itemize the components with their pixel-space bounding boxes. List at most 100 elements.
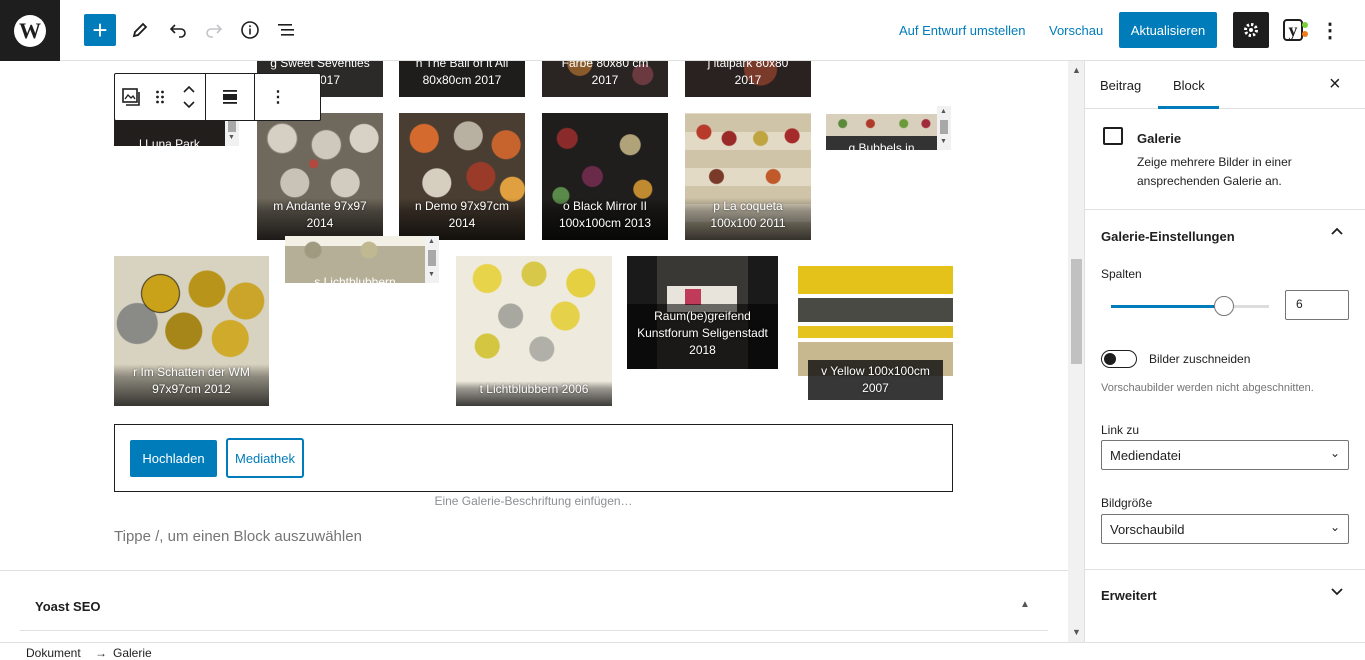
gallery-image[interactable]: m Andante 97x97 2014 xyxy=(257,113,383,240)
crop-images-label: Bilder zuschneiden xyxy=(1149,352,1251,366)
image-caption: l Luna Park xyxy=(139,137,200,146)
close-sidebar-button[interactable]: × xyxy=(1329,73,1341,96)
advanced-panel-toggle[interactable]: Erweitert xyxy=(1085,570,1365,620)
image-caption: r Im Schatten der WM 97x97cm 2012 xyxy=(114,364,269,406)
tab-post[interactable]: Beitrag xyxy=(1100,78,1141,93)
image-caption: m Andante 97x97 2014 xyxy=(257,198,383,240)
gallery-image[interactable]: t Lichtblubbern 2006 xyxy=(456,256,612,406)
image-caption: j italpark 80x80 xyxy=(707,61,789,70)
settings-button[interactable] xyxy=(1233,12,1269,48)
sidebar-tabs: Beitrag Block × xyxy=(1085,61,1365,109)
gallery-settings-toggle[interactable]: Galerie-Einstellungen xyxy=(1085,211,1365,261)
image-size-select[interactable]: Vorschaubild ⌄ xyxy=(1101,514,1349,544)
image-caption: Raum(be)greifend Kunstforum Seligenstadt… xyxy=(627,304,778,369)
wordpress-icon: W xyxy=(14,14,46,47)
gallery-image[interactable]: s Lichtblubbern xyxy=(285,236,425,283)
block-title: Galerie xyxy=(1137,131,1182,146)
block-appender[interactable]: Tippe /, um einen Block auszuwählen xyxy=(114,528,362,545)
tab-block[interactable]: Block xyxy=(1173,78,1205,93)
info-button[interactable] xyxy=(234,14,266,46)
image-caption-scrollbar[interactable]: ▲ ▼ xyxy=(425,236,439,283)
more-menu-button[interactable]: ⋮ xyxy=(1318,14,1342,46)
breadcrumb-document[interactable]: Dokument xyxy=(26,646,81,660)
scroll-down-icon: ▼ xyxy=(940,138,947,145)
crop-images-help: Vorschaubilder werden nicht abgeschnitte… xyxy=(1101,382,1314,394)
scroll-down-icon: ▼ xyxy=(1072,627,1081,637)
gallery-image[interactable]: j italpark 80x80 2017 xyxy=(685,61,811,97)
switch-to-draft-link[interactable]: Auf Entwurf umstellen xyxy=(899,23,1025,38)
gallery-image[interactable]: r Im Schatten der WM 97x97cm 2012 xyxy=(114,256,269,406)
more-vertical-icon: ⋮ xyxy=(1320,19,1340,42)
block-type-button[interactable] xyxy=(115,74,147,120)
list-view-icon xyxy=(278,24,294,36)
redo-button[interactable] xyxy=(198,14,230,46)
top-toolbar: W + Auf Entwurf umstellen Vorschau Aktua… xyxy=(0,0,1365,61)
link-to-select[interactable]: Mediendatei ⌄ xyxy=(1101,440,1349,470)
pencil-icon xyxy=(132,22,148,38)
image-caption: n Demo 97x97cm 2014 xyxy=(399,198,525,240)
undo-button[interactable] xyxy=(162,14,194,46)
gallery-image[interactable]: o Black Mirror II 100x100cm 2013 xyxy=(542,113,668,240)
block-description: Zeige mehrere Bilder in einer ansprechen… xyxy=(1137,155,1292,188)
gallery-image[interactable]: n Demo 97x97cm 2014 xyxy=(399,113,525,240)
gallery-image[interactable]: n The Ball of it All 80x80cm 2017 xyxy=(399,61,525,97)
preview-link[interactable]: Vorschau xyxy=(1049,23,1103,38)
gallery-upload-area: Hochladen Mediathek xyxy=(114,424,953,492)
block-toolbar: ⋮ xyxy=(114,73,321,121)
columns-slider-fill xyxy=(1111,305,1224,308)
media-library-button[interactable]: Mediathek xyxy=(226,438,304,478)
breadcrumb: Dokument → Galerie xyxy=(0,642,1365,660)
caret-up-icon: ▲ xyxy=(1020,599,1030,610)
drag-handle[interactable] xyxy=(147,74,173,120)
scroll-up-icon: ▲ xyxy=(940,108,947,115)
scroll-up-icon: ▲ xyxy=(428,238,435,245)
move-up-down-button[interactable] xyxy=(173,74,205,120)
add-block-button[interactable]: + xyxy=(84,14,116,46)
columns-slider-thumb[interactable] xyxy=(1214,296,1234,316)
breadcrumb-separator: → xyxy=(95,646,107,660)
gallery-image[interactable]: p La coqueta 100x100 2011 xyxy=(685,113,811,240)
wordpress-logo[interactable]: W xyxy=(0,0,60,61)
scroll-down-icon: ▼ xyxy=(228,134,235,141)
gallery-image[interactable]: Raum(be)greifend Kunstforum Seligenstadt… xyxy=(627,256,778,369)
image-caption: Farbe 80x80 cm xyxy=(561,61,649,70)
close-icon: × xyxy=(1329,73,1341,95)
gallery-caption-input[interactable]: Eine Galerie-Beschriftung einfügen… xyxy=(114,494,953,508)
link-to-label: Link zu xyxy=(1101,423,1140,437)
seo-status-dot xyxy=(1302,22,1308,28)
gallery-image[interactable]: Farbe 80x80 cm 2017 xyxy=(542,61,668,97)
plus-icon: + xyxy=(92,14,108,45)
editor-scrollbar[interactable]: ▲ ▼ xyxy=(1068,61,1085,642)
readability-status-dot xyxy=(1302,31,1308,37)
image-caption: o Black Mirror II 100x100cm 2013 xyxy=(542,198,668,240)
yoast-icon: y xyxy=(1283,19,1303,41)
chevron-down-icon xyxy=(1330,584,1344,601)
list-view-button[interactable] xyxy=(270,14,302,46)
crop-images-toggle[interactable] xyxy=(1101,350,1137,368)
panel-title: Galerie-Einstellungen xyxy=(1101,229,1235,244)
info-icon xyxy=(241,21,259,39)
gallery-image[interactable]: v Yellow 100x100cm 2007 xyxy=(798,256,953,408)
yoast-button[interactable]: y xyxy=(1276,14,1310,46)
gallery-image[interactable]: q Bubbels in xyxy=(826,106,937,150)
scrollbar-thumb[interactable] xyxy=(1071,259,1082,364)
gear-icon xyxy=(1244,23,1258,37)
block-options-button[interactable]: ⋮ xyxy=(255,74,301,120)
chevron-down-icon: ⌄ xyxy=(1329,446,1340,460)
image-size-label: Bildgröße xyxy=(1101,496,1153,510)
image-caption: n The Ball of it All xyxy=(415,61,509,70)
divider xyxy=(20,630,1048,631)
more-vertical-icon: ⋮ xyxy=(270,89,286,106)
editor-canvas: g Sweet Seventiesm 2017 n The Ball of it… xyxy=(0,61,1068,642)
yoast-seo-panel[interactable]: Yoast SEO ▲ xyxy=(0,570,1068,630)
drag-handle-icon xyxy=(156,90,164,104)
upload-button[interactable]: Hochladen xyxy=(130,440,217,477)
tools-button[interactable] xyxy=(124,14,156,46)
columns-input[interactable]: 6 xyxy=(1285,290,1349,320)
image-caption-scrollbar[interactable]: ▲ ▼ xyxy=(937,106,951,150)
image-caption: p La coqueta 100x100 2011 xyxy=(685,198,811,240)
update-button[interactable]: Aktualisieren xyxy=(1119,12,1217,48)
align-button[interactable] xyxy=(206,74,254,120)
redo-icon xyxy=(206,24,223,38)
breadcrumb-gallery[interactable]: Galerie xyxy=(113,646,152,660)
